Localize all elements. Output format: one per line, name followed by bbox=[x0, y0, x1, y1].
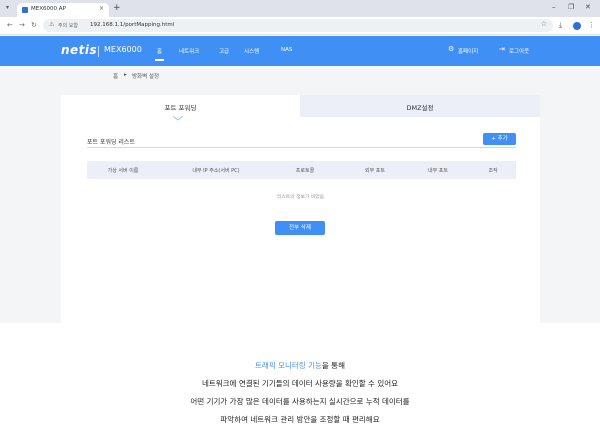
app-header: netis MEX6000 홈 네트워크 고급 시스템 NAS ⚙ 홈페이지 ⇥… bbox=[0, 36, 600, 66]
caption-line-1-rest: 을 통해 bbox=[321, 361, 345, 370]
column-header-action: 조작 bbox=[488, 168, 498, 174]
breadcrumb-separator: ▸ bbox=[124, 72, 127, 78]
page-favicon-icon bbox=[22, 7, 28, 13]
column-header-protocol: 프로토콜 bbox=[295, 168, 315, 174]
breadcrumb-current: 방화벽 설정 bbox=[132, 74, 160, 80]
list-title: 포트 포워딩 리스트 bbox=[87, 139, 135, 146]
browser-tab-strip: ▾ MEX6000 AP × + – ❐ ✕ bbox=[0, 0, 600, 17]
caption-line-2: 네트워크에 연결된 기기들의 데이터 사용량을 확인할 수 있어요 bbox=[201, 379, 399, 388]
logo-divider bbox=[98, 46, 99, 57]
settings-tabs: 포트 포워딩 DMZ설정 bbox=[61, 95, 540, 121]
breadcrumb-home[interactable]: 홈 bbox=[113, 72, 118, 80]
browser-window: ▾ MEX6000 AP × + – ❐ ✕ ← → ↻ ⚠ 주의 요함 192… bbox=[0, 0, 600, 323]
menu-item-advanced[interactable]: 고급 bbox=[219, 47, 229, 55]
menu-item-network[interactable]: 네트워크 bbox=[179, 47, 199, 55]
logout-link[interactable]: 로그아웃 bbox=[509, 47, 529, 55]
profile-avatar[interactable] bbox=[573, 22, 581, 30]
caption-line-4: 파악하여 네트워크 관리 방안을 조정할 때 편리해요 bbox=[220, 415, 380, 424]
tab-dmz[interactable]: DMZ설정 bbox=[300, 95, 540, 117]
column-header-external-port: 외부 포트 bbox=[365, 168, 385, 174]
back-icon[interactable]: ← bbox=[7, 21, 13, 29]
tab-dmz-label: DMZ설정 bbox=[406, 104, 434, 112]
minimize-icon[interactable]: – bbox=[552, 3, 556, 11]
homepage-link[interactable]: 홈페이지 bbox=[458, 47, 478, 55]
empty-list-message: 리스트의 정보가 비었음 bbox=[276, 195, 325, 200]
table-header: 가상 서버 이름 내부 IP 주소(서버 PC) 프로토콜 외부 포트 내부 포… bbox=[87, 161, 516, 179]
delete-all-button[interactable]: 전부 삭제 bbox=[275, 221, 325, 235]
not-secure-label[interactable]: 주의 요함 bbox=[58, 22, 78, 29]
caption-line-3: 어떤 기기가 가장 많은 데이터를 사용하는지 실시간으로 누적 데이터를 bbox=[190, 397, 410, 406]
tab-port-forwarding-label: 포트 포워딩 bbox=[164, 104, 197, 112]
logout-icon[interactable]: ⇥ bbox=[499, 45, 505, 53]
netis-logo[interactable]: netis bbox=[61, 43, 97, 57]
restore-icon[interactable]: ❐ bbox=[568, 3, 574, 11]
column-header-server-name: 가상 서버 이름 bbox=[107, 168, 139, 174]
url-text[interactable]: 192.168.1.1/portMapping.html bbox=[90, 22, 174, 28]
column-header-internal-port: 내부 포트 bbox=[428, 168, 448, 174]
browser-menu-icon[interactable]: ⋮ bbox=[588, 21, 595, 29]
gear-icon[interactable]: ⚙ bbox=[448, 45, 454, 53]
forward-icon[interactable]: → bbox=[19, 21, 25, 29]
menu-item-system[interactable]: 시스템 bbox=[244, 47, 259, 55]
address-bar[interactable]: ⚠ 주의 요함 192.168.1.1/portMapping.html ☆ bbox=[43, 19, 553, 32]
browser-tab[interactable]: MEX6000 AP × bbox=[17, 3, 109, 17]
tab-search-icon[interactable]: ▾ bbox=[6, 4, 9, 11]
model-name: MEX6000 bbox=[104, 45, 142, 54]
close-window-icon[interactable]: ✕ bbox=[585, 3, 591, 11]
tab-close-icon[interactable]: × bbox=[99, 5, 104, 12]
caption-highlight: 트래픽 모니터링 기능 bbox=[255, 361, 322, 370]
download-icon[interactable]: ⤓ bbox=[559, 21, 562, 30]
menu-item-nas[interactable]: NAS bbox=[281, 47, 292, 53]
reload-icon[interactable]: ↻ bbox=[31, 21, 37, 29]
tab-port-forwarding[interactable]: 포트 포워딩 bbox=[61, 95, 300, 121]
not-secure-icon[interactable]: ⚠ bbox=[49, 21, 54, 28]
caption-line-1: 트래픽 모니터링 기능을 통해 bbox=[0, 360, 600, 371]
browser-toolbar: ← → ↻ ⚠ 주의 요함 192.168.1.1/portMapping.ht… bbox=[0, 17, 600, 35]
add-button[interactable]: + 추가 bbox=[483, 133, 516, 145]
list-title-divider bbox=[87, 147, 516, 148]
bookmark-star-icon[interactable]: ☆ bbox=[541, 20, 547, 28]
new-tab-button[interactable]: + bbox=[113, 3, 121, 13]
content-card: 포트 포워딩 DMZ설정 포트 포워딩 리스트 + 추가 가상 서버 이름 내부… bbox=[61, 95, 540, 323]
browser-tab-title: MEX6000 AP bbox=[31, 6, 66, 12]
menu-item-home[interactable]: 홈 bbox=[154, 47, 165, 61]
column-header-internal-ip: 내부 IP 주소(서버 PC) bbox=[192, 168, 240, 174]
active-tab-indicator bbox=[173, 116, 183, 121]
